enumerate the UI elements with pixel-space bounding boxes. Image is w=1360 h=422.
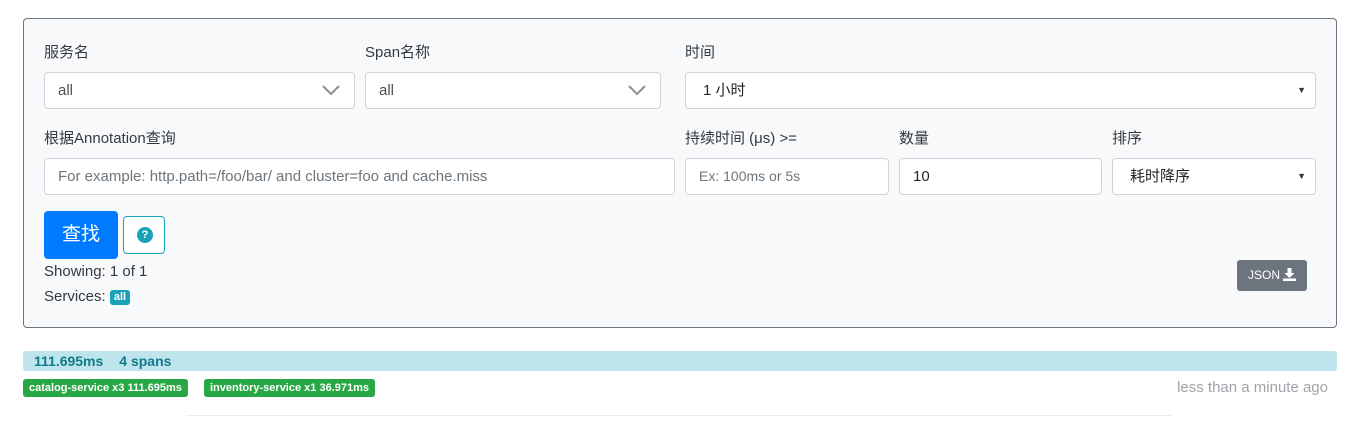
min-duration-input[interactable]: Ex: 100ms or 5s	[685, 158, 889, 195]
trace-duration: 111.695ms	[34, 353, 104, 369]
duration-label: 持续时间 (μs) >=	[685, 130, 797, 147]
service-name-select[interactable]: all	[44, 72, 355, 109]
span-name-value: all	[379, 82, 395, 99]
trace-summary-bar[interactable]: 111.695ms 4 spans	[23, 351, 1337, 371]
services-label: Services:	[44, 288, 106, 305]
service-badge-inventory: inventory-service x1 36.971ms	[204, 379, 375, 397]
trace-timestamp: less than a minute ago	[1177, 379, 1328, 396]
question-circle-icon: ?	[137, 227, 153, 243]
annotation-query-label: 根据Annotation查询	[44, 130, 176, 147]
time-value: 1 小时	[703, 82, 746, 99]
sort-label: 排序	[1112, 130, 1143, 147]
search-form-panel: 服务名 all Span名称 all 时间 1 小时 ▼ 根据Annotatio…	[23, 18, 1337, 328]
json-download-button[interactable]: JSON	[1237, 260, 1307, 291]
service-name-label: 服务名	[44, 44, 90, 61]
span-name-label: Span名称	[365, 44, 431, 61]
caret-down-icon: ▼	[1297, 171, 1306, 181]
services-summary: Services: all	[44, 288, 131, 306]
chevron-down-icon	[628, 85, 646, 96]
caret-down-icon: ▼	[1297, 85, 1306, 95]
trace-span-count: 4 spans	[119, 353, 172, 369]
annotation-query-input[interactable]: For example: http.path=/foo/bar/ and clu…	[44, 158, 675, 195]
service-name-value: all	[58, 82, 74, 99]
sort-select[interactable]: 耗时降序 ▼	[1112, 158, 1316, 195]
span-name-select[interactable]: all	[365, 72, 661, 109]
download-icon	[1283, 268, 1296, 281]
help-button[interactable]: ?	[123, 216, 165, 254]
showing-count: Showing: 1 of 1	[44, 263, 148, 280]
service-filter-badge[interactable]: all	[109, 289, 131, 305]
search-button[interactable]: 查找	[44, 211, 118, 259]
limit-label: 数量	[899, 130, 930, 147]
divider	[186, 415, 1172, 416]
annotation-query-placeholder: For example: http.path=/foo/bar/ and clu…	[58, 168, 488, 185]
limit-input[interactable]: 10	[899, 158, 1102, 195]
time-select[interactable]: 1 小时 ▼	[685, 72, 1316, 109]
sort-value: 耗时降序	[1130, 168, 1191, 185]
chevron-down-icon	[322, 85, 340, 96]
json-button-label: JSON	[1247, 268, 1280, 282]
service-badge-catalog: catalog-service x3 111.695ms	[23, 379, 188, 397]
min-duration-placeholder: Ex: 100ms or 5s	[699, 168, 801, 184]
limit-value: 10	[913, 168, 930, 185]
time-label: 时间	[685, 44, 716, 61]
